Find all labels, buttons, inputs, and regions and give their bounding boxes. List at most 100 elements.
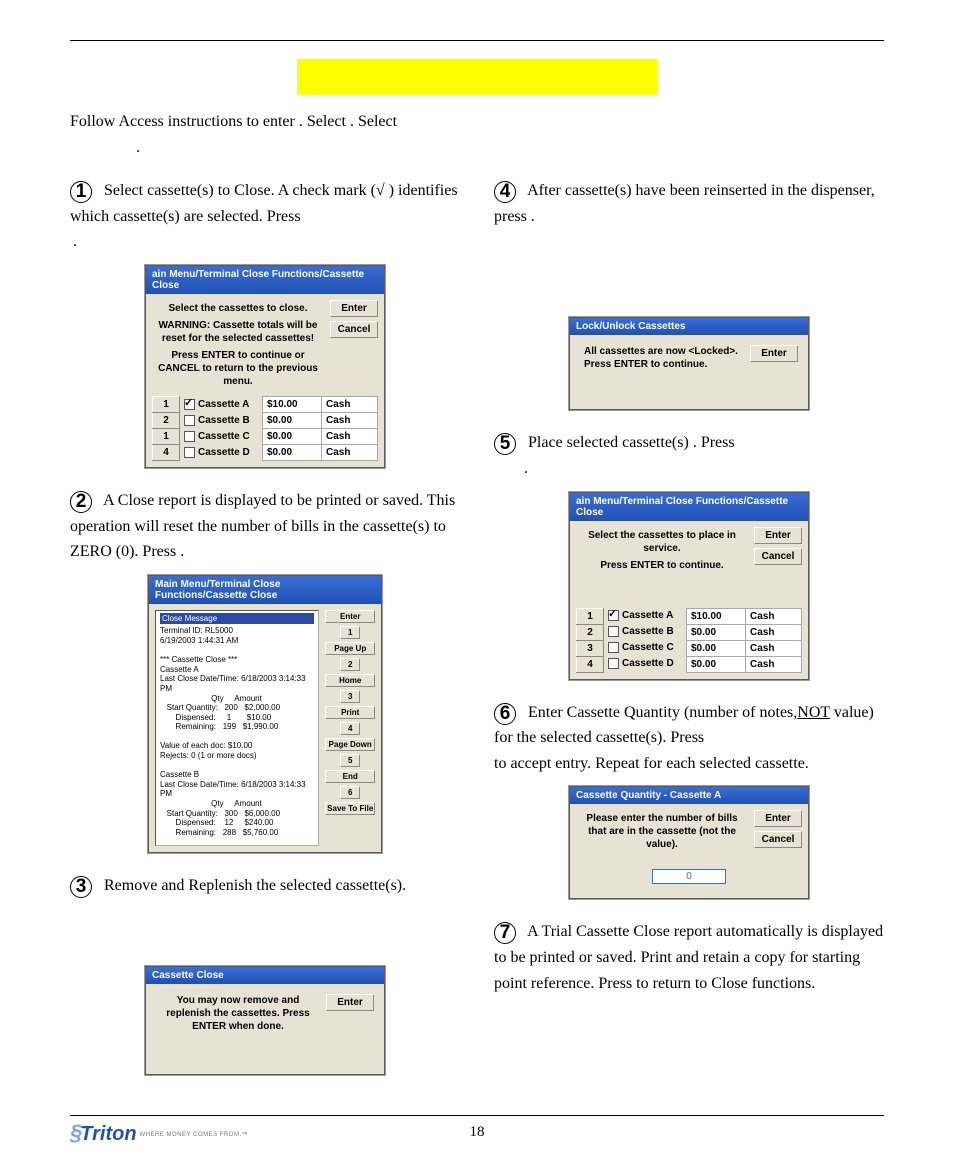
- dlg1-enter-button[interactable]: Enter: [330, 300, 378, 317]
- step4-a: After cassette(s) have been reinserted i…: [494, 182, 875, 225]
- key-6[interactable]: 6: [340, 786, 360, 799]
- checkbox-icon: [184, 447, 195, 458]
- step5-c: .: [524, 460, 528, 477]
- dlg5-cassette-table: 1Cassette A$10.00Cash 2Cassette B$0.00Ca…: [576, 608, 802, 673]
- checkbox-icon: [184, 431, 195, 442]
- step-4: 4 After cassette(s) have been reinserted…: [494, 178, 884, 229]
- logo-tagline: WHERE MONEY COMES FROM.™: [140, 1132, 249, 1138]
- checkmark: √: [376, 182, 385, 199]
- dlg1-cassette-table: 1Cassette A$10.00Cash 2Cassette B$0.00Ca…: [152, 396, 378, 461]
- dlg-remove-replenish: Cassette Close You may now remove and re…: [145, 966, 385, 1075]
- dlg2-hdr: Close Message: [160, 613, 314, 625]
- checkbox-icon: [184, 399, 195, 410]
- dlg6-cancel-button[interactable]: Cancel: [754, 831, 802, 848]
- row-chk[interactable]: Cassette A: [180, 396, 263, 412]
- step2-b: .: [180, 543, 184, 560]
- pagedown-button[interactable]: Page Down: [325, 738, 375, 751]
- row-num[interactable]: 1: [153, 396, 180, 412]
- print-button[interactable]: Print: [325, 706, 375, 719]
- step-num-7: 7: [494, 922, 516, 944]
- step6-c: to accept entry. Repeat for each selecte…: [494, 755, 809, 772]
- step-num-6: 6: [494, 703, 516, 725]
- step2-a: A Close report is displayed to be printe…: [70, 492, 455, 560]
- intro-part3: . Select: [350, 113, 397, 130]
- step6-not: NOT: [797, 704, 830, 721]
- dlg5-enter-button[interactable]: Enter: [754, 527, 802, 544]
- step4-b: .: [531, 208, 535, 225]
- dlg2-lines: Terminal ID: RL5000 6/19/2003 1:44:31 AM…: [160, 626, 314, 845]
- step5-a: Place selected cassette(s): [528, 434, 693, 451]
- key-1[interactable]: 1: [340, 626, 360, 639]
- intro-part4: .: [136, 139, 140, 156]
- dlg1-title: ain Menu/Terminal Close Functions/Casset…: [146, 266, 384, 294]
- dlg5-title: ain Menu/Terminal Close Functions/Casset…: [570, 493, 808, 521]
- dlg5-cancel-button[interactable]: Cancel: [754, 548, 802, 565]
- title-banner: [297, 59, 657, 95]
- dlg3-msg: You may now remove and replenish the cas…: [156, 994, 320, 1064]
- step7-b: to return to Close functions.: [636, 975, 815, 992]
- right-column: 4 After cassette(s) have been reinserted…: [494, 178, 884, 1095]
- table-row: 1Cassette C$0.00Cash: [153, 428, 378, 444]
- dlg6-msg: Please enter the number of bills that ar…: [576, 810, 748, 853]
- dlg3-enter-button[interactable]: Enter: [326, 994, 374, 1011]
- table-row: 2Cassette B$0.00Cash: [577, 624, 802, 640]
- checkbox-icon: [608, 642, 619, 653]
- dlg3-title: Cassette Close: [146, 967, 384, 984]
- step3-a: Remove and Replenish the selected casset…: [104, 877, 406, 894]
- checkbox-icon: [184, 415, 195, 426]
- key-4[interactable]: 4: [340, 722, 360, 735]
- step5-b: . Press: [693, 434, 735, 451]
- step-2: 2 A Close report is displayed to be prin…: [70, 488, 460, 565]
- step6-a: Enter Cassette Quantity (number of notes…: [528, 704, 797, 721]
- key-3[interactable]: 3: [340, 690, 360, 703]
- dlg4-msg: All cassettes are now <Locked>. Press EN…: [580, 345, 744, 399]
- qty-input[interactable]: [652, 869, 726, 884]
- dlg5-line2: Press ENTER to continue.: [576, 557, 748, 574]
- dlg2-side-buttons: Enter 1 Page Up 2 Home 3 Print 4 Page Do…: [325, 610, 375, 846]
- step-5: 5 Place selected cassette(s) . Press .: [494, 430, 884, 481]
- dlg-close-report: Main Menu/Terminal Close Functions/Casse…: [148, 575, 382, 853]
- checkbox-icon: [608, 658, 619, 669]
- dlg1-line3: Press ENTER to continue or CANCEL to ret…: [152, 347, 324, 390]
- dlg5-line1: Select the cassettes to place in service…: [576, 527, 748, 557]
- table-row: 1Cassette A$10.00Cash: [153, 396, 378, 412]
- dlg-lock-unlock: Lock/Unlock Cassettes All cassettes are …: [569, 317, 809, 410]
- dlg4-title: Lock/Unlock Cassettes: [570, 318, 808, 335]
- end-button[interactable]: End: [325, 770, 375, 783]
- step1-c: .: [73, 233, 77, 250]
- dlg1-line2: WARNING: Cassette totals will be reset f…: [152, 317, 324, 347]
- checkbox-icon: [608, 610, 619, 621]
- step-3: 3 Remove and Replenish the selected cass…: [70, 873, 460, 899]
- save-button[interactable]: Save To File: [325, 802, 375, 815]
- step-1: 1 Select cassette(s) to Close. A check m…: [70, 178, 460, 255]
- dlg2-title: Main Menu/Terminal Close Functions/Casse…: [149, 576, 381, 604]
- table-row: 3Cassette C$0.00Cash: [577, 640, 802, 656]
- step-6: 6 Enter Cassette Quantity (number of not…: [494, 700, 884, 777]
- enter-button[interactable]: Enter: [325, 610, 375, 623]
- dlg1-line1: Select the cassettes to close.: [152, 300, 324, 317]
- left-column: 1 Select cassette(s) to Close. A check m…: [70, 178, 460, 1095]
- dlg2-report: Close Message Terminal ID: RL5000 6/19/2…: [155, 610, 319, 846]
- step-7: 7 A Trial Cassette Close report automati…: [494, 919, 884, 996]
- checkbox-icon: [608, 626, 619, 637]
- key-5[interactable]: 5: [340, 754, 360, 767]
- table-row: 4Cassette D$0.00Cash: [577, 656, 802, 672]
- home-button[interactable]: Home: [325, 674, 375, 687]
- footer: §TritonWHERE MONEY COMES FROM.™ 18: [70, 1124, 884, 1141]
- dlg4-enter-button[interactable]: Enter: [750, 345, 798, 362]
- pageup-button[interactable]: Page Up: [325, 642, 375, 655]
- step-num-1: 1: [70, 181, 92, 203]
- dlg6-enter-button[interactable]: Enter: [754, 810, 802, 827]
- step-num-2: 2: [70, 491, 92, 513]
- dlg-select-inservice: ain Menu/Terminal Close Functions/Casset…: [569, 492, 809, 680]
- top-rule: [70, 40, 884, 41]
- table-row: 4Cassette D$0.00Cash: [153, 444, 378, 460]
- dlg1-cancel-button[interactable]: Cancel: [330, 321, 378, 338]
- intro-part1: Follow Access instructions to enter: [70, 113, 299, 130]
- dlg-cassette-qty: Cassette Quantity - Cassette A Please en…: [569, 786, 809, 899]
- intro-text: Follow Access instructions to enter . Se…: [70, 109, 884, 160]
- key-2[interactable]: 2: [340, 658, 360, 671]
- step1-a: Select cassette(s) to Close. A check mar…: [104, 182, 376, 199]
- dlg6-title: Cassette Quantity - Cassette A: [570, 787, 808, 804]
- step-num-4: 4: [494, 181, 516, 203]
